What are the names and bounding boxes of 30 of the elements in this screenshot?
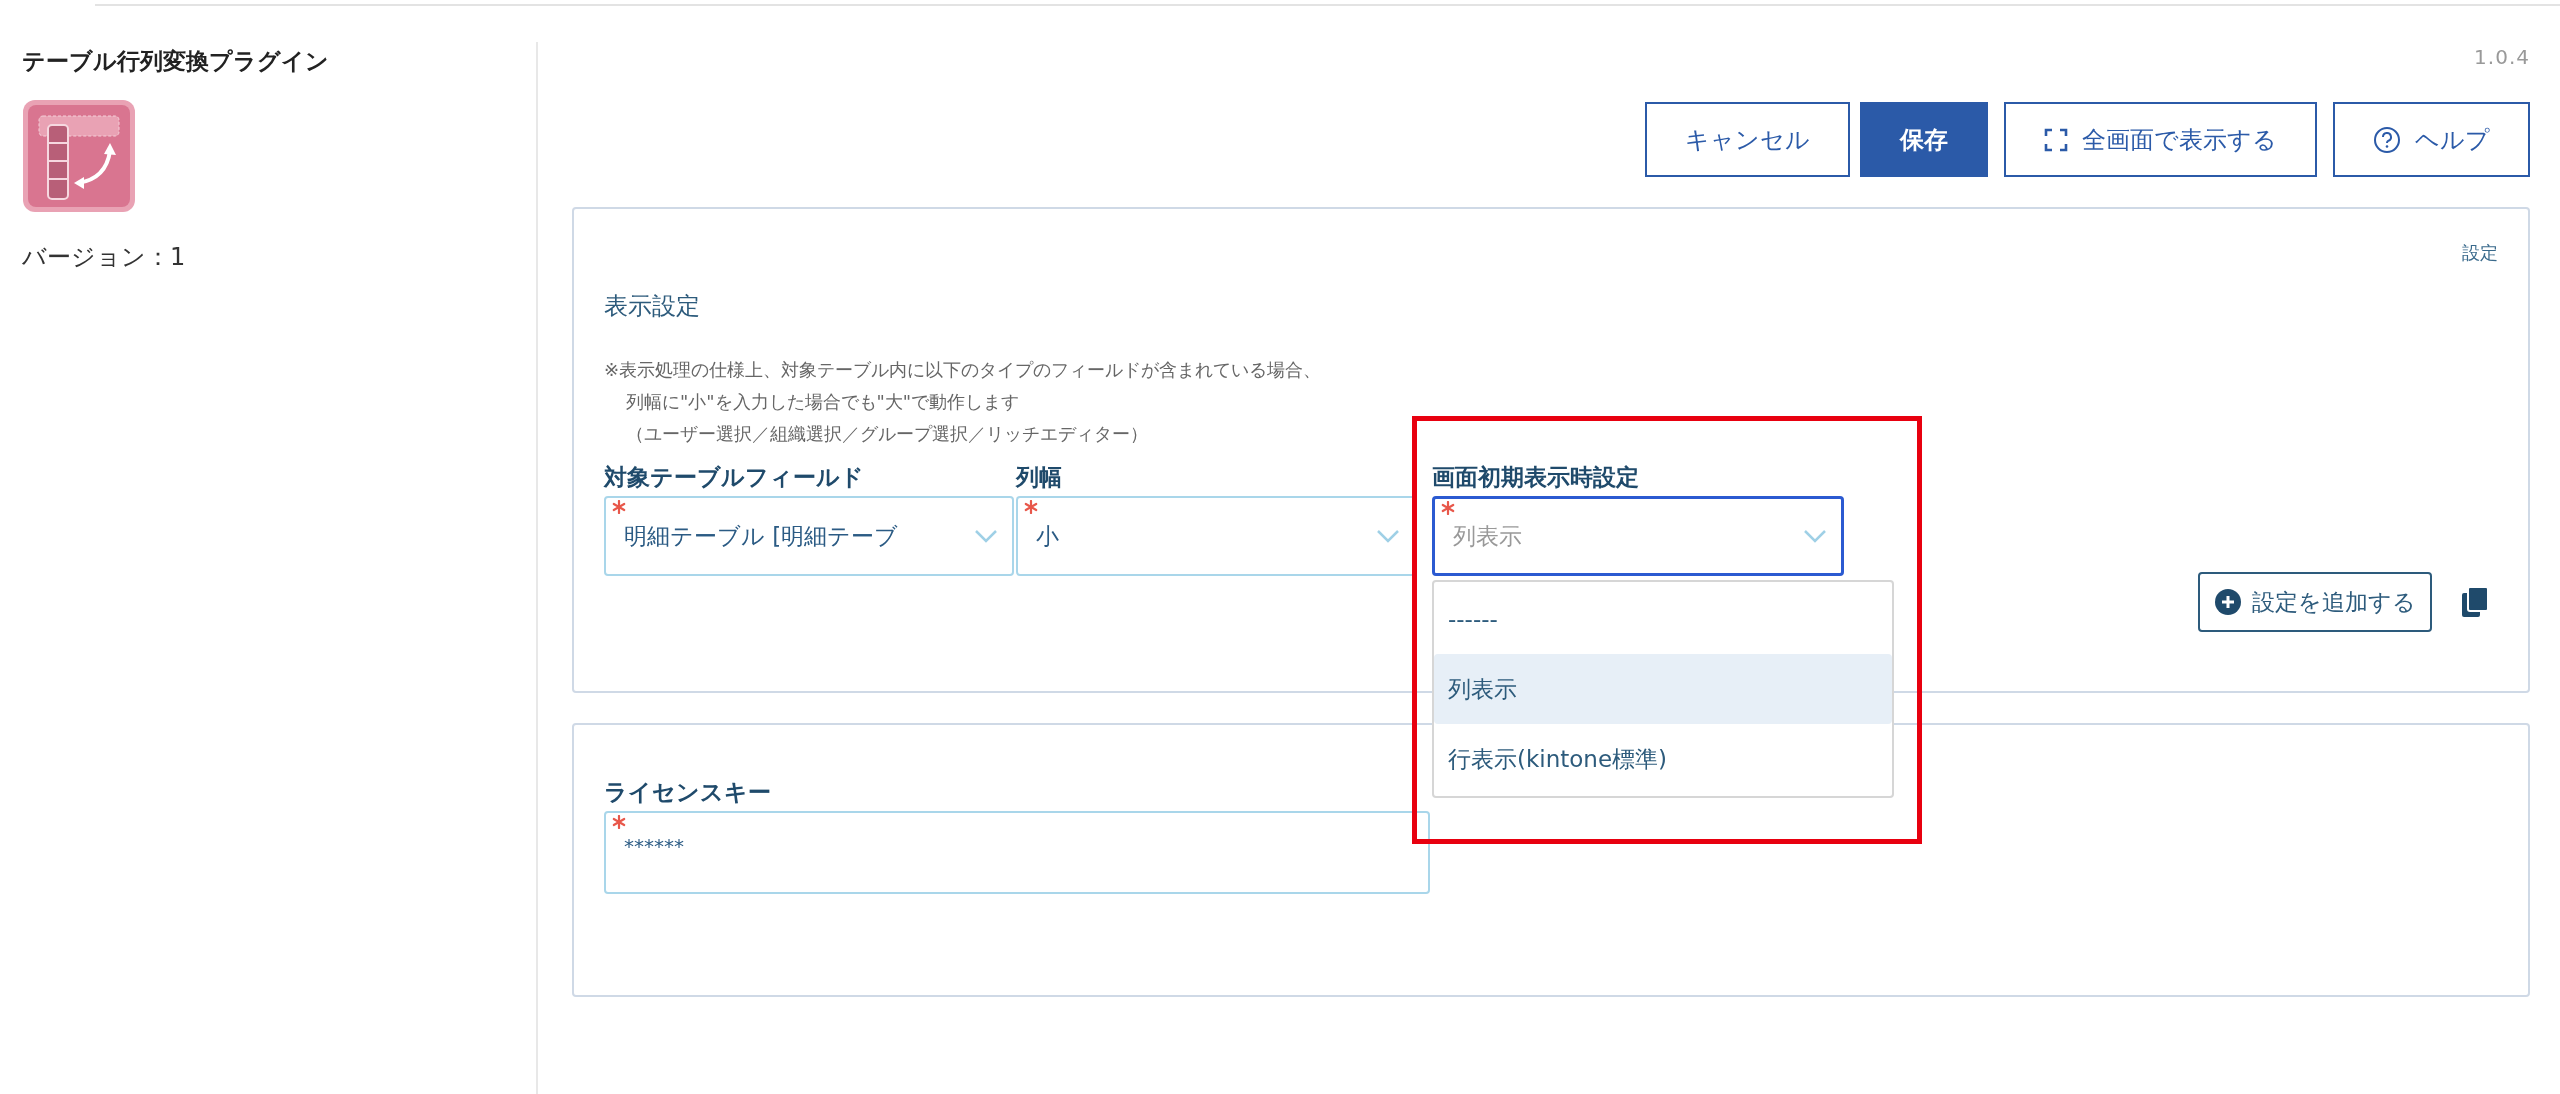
add-setting-button[interactable]: 設定を追加する — [2198, 572, 2432, 632]
select-field[interactable]: 明細テーブル [明細テーブ — [604, 496, 1014, 576]
app-version: 1.0.4 — [2474, 44, 2530, 71]
copy-icon[interactable] — [2462, 587, 2488, 617]
field-label: 列幅 — [1016, 463, 1063, 492]
plus-circle-icon — [2214, 588, 2242, 616]
field-label: 画面初期表示時設定 — [1432, 463, 1640, 492]
settings-tab-label: 設定 — [2462, 241, 2498, 265]
note-text: 列幅に"小"を入力した場合でも"大"で動作します — [625, 390, 1021, 414]
version-label: バージョン：1 — [22, 241, 187, 273]
dropdown-option[interactable]: 行表示(kintone標準) — [1434, 724, 1892, 794]
field-label: 対象テーブルフィールド — [604, 463, 865, 492]
plugin-logo-icon — [22, 98, 136, 213]
chevron-down-icon — [1803, 529, 1827, 543]
fullscreen-button[interactable]: 全画面で表示する — [2004, 102, 2317, 177]
dropdown-option[interactable]: 列表示 — [1434, 654, 1892, 724]
chevron-down-icon — [1376, 529, 1400, 543]
save-button[interactable]: 保存 — [1860, 102, 1988, 177]
help-icon — [2373, 125, 2401, 154]
note-text: ※表示処理の仕様上、対象テーブル内に以下のタイプのフィールドが含まれている場合、 — [604, 358, 1323, 382]
cancel-button[interactable]: キャンセル — [1645, 102, 1850, 177]
note-text: （ユーザー選択／組織選択／グループ選択／リッチエディター） — [625, 422, 1149, 446]
help-button[interactable]: ヘルプ — [2333, 102, 2530, 177]
license-key-field[interactable]: ****** — [604, 811, 1430, 894]
fullscreen-icon — [2044, 127, 2068, 152]
license-label: ライセンスキー — [604, 778, 772, 807]
plugin-title: テーブル行列変換プラグイン — [22, 47, 330, 76]
dropdown-option[interactable]: ------ — [1434, 584, 1892, 654]
chevron-down-icon — [974, 529, 998, 543]
section-title: 表示設定 — [604, 291, 701, 322]
